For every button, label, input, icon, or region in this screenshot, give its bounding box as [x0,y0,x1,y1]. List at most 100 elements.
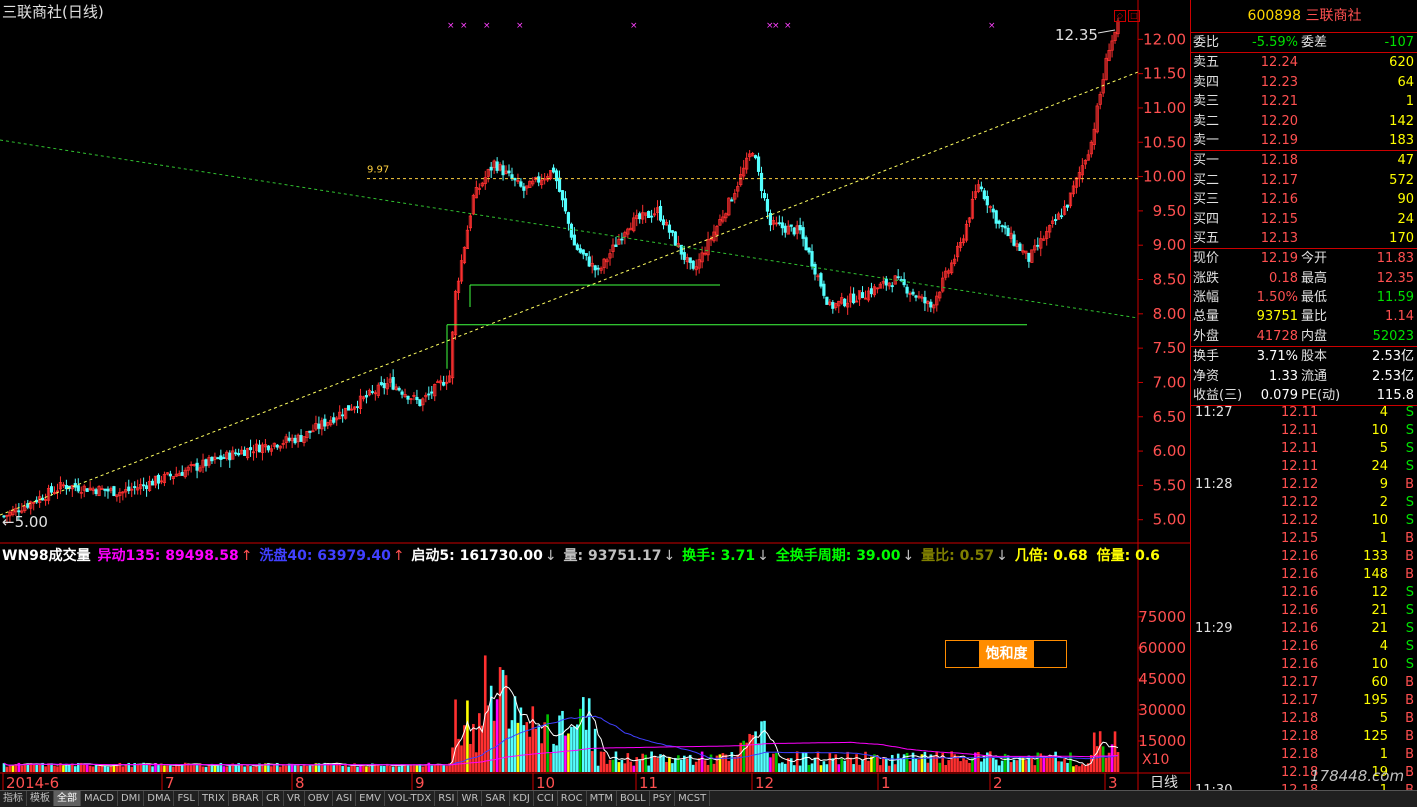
indicator-tab-RSI[interactable]: RSI [435,791,459,806]
price-tick-label: 6.50 [1153,408,1186,426]
candle-body [691,260,695,269]
indicator-tab-WR[interactable]: WR [458,791,483,806]
candle-body [370,391,374,393]
period-label[interactable]: 日线 [1150,772,1178,792]
volume-bar [852,764,855,772]
volume-bar [798,765,802,772]
volume-bar [570,726,573,772]
volume-bar [629,761,633,772]
volume-bar [697,758,701,772]
indicator-tab-TRIX[interactable]: TRIX [199,791,229,806]
indicator-tab-MCST[interactable]: MCST [675,791,711,806]
indicator-tab-CR[interactable]: CR [263,791,284,806]
candle-body [985,195,989,206]
volume-bar [1048,756,1051,772]
candle-body [222,457,226,459]
volume-bar [1072,766,1075,772]
vol-stat-6: 量比: 0.57 [916,548,995,564]
volume-bar [959,761,962,772]
volume-bar [608,759,612,772]
indicator-tab-VR[interactable]: VR [284,791,305,806]
indicator-tab-指标[interactable]: 指标 [0,791,27,806]
volume-bar [611,759,615,772]
indicator-tab-DMA[interactable]: DMA [144,791,175,806]
indicator-tab-MTM[interactable]: MTM [587,791,617,806]
window-controls[interactable]: ◇ □ [1112,3,1140,22]
volume-bar [145,764,148,772]
vol-stat-2: 启动5: 161730.00 [406,548,543,564]
candle-body [216,457,220,460]
volume-bar [712,763,716,772]
indicator-tab-ROC[interactable]: ROC [558,791,587,806]
candle-body [210,456,214,462]
candle-body [810,251,814,267]
candle-body [397,387,401,391]
quote-stats: 现价 12.19 今开 11.83 涨跌 0.18 最高 12.35 涨幅 1.50% 最低 11.5… [1191,249,1417,346]
candle-body [204,459,208,467]
indicator-tab-FSL[interactable]: FSL [174,791,199,806]
indicator-tab-CCI[interactable]: CCI [534,791,558,806]
volume-bar [498,667,502,772]
volume-bar [442,765,445,772]
volume-bar [121,766,125,772]
indicator-tab-ASI[interactable]: ASI [333,791,357,806]
volume-bar [938,762,942,772]
tick-row: 12.15 1 B [1281,531,1414,546]
volume-bar [195,764,199,772]
kline-chart-area[interactable]: 12.00 11.50 11.00 10.50 10.00 9.50 9.00 8.50 8.0… [0,0,1190,792]
volume-bar [492,720,496,772]
diamond-icon[interactable]: ◇ [1114,10,1126,22]
volume-bar [430,765,434,772]
volume-bar [255,765,258,772]
vol-stat-arrow-3: ↓ [663,548,676,564]
candle-body [563,198,568,212]
volume-bar [917,759,921,772]
volume-bar [760,721,763,772]
indicator-tab-OBV[interactable]: OBV [305,791,333,806]
candle-body [400,391,404,395]
volume-bar [103,765,107,772]
indicator-tab-模板[interactable]: 模板 [27,791,54,806]
tick-row: 12.17 60 B [1281,675,1414,690]
restore-icon[interactable]: □ [1128,10,1140,22]
volume-bar [579,708,582,772]
buy-price: 12.15 [1260,211,1298,227]
volume-bar [769,757,772,772]
x-axis-label: 8 [295,774,305,790]
indicator-tab-SAR[interactable]: SAR [482,791,510,806]
sell-orders: 卖五 12.24 620 卖四 12.23 64 卖三 12.21 1 卖二 12.20 142 卖一 1… [1191,53,1417,150]
indicator-tab-MACD[interactable]: MACD [81,791,118,806]
volume-bar [677,755,680,772]
indicator-tab-VOL-TDX[interactable]: VOL-TDX [385,791,436,806]
volume-bar [507,728,511,772]
sell-price: 12.21 [1260,94,1298,110]
indicator-tab-PSY[interactable]: PSY [650,791,676,806]
volume-bar [623,763,627,772]
volume-bar [445,765,448,772]
indicator-tab-DMI[interactable]: DMI [118,791,145,806]
volume-bar [157,764,160,772]
volume-bar [20,765,24,772]
indicator-tab-全部[interactable]: 全部 [54,791,81,806]
volume-bar [867,760,870,772]
buy-row-4: 买五 12.13 170 [1191,229,1417,248]
volume-bar [204,766,208,772]
volume-bar [1113,731,1117,772]
volume-bar [846,751,849,772]
candle-body [156,474,161,484]
candle-body [869,288,874,295]
indicator-tab-KDJ[interactable]: KDJ [510,791,534,806]
kline-chart[interactable]: 12.00 11.50 11.00 10.50 10.00 9.50 9.00 8.50 8.0… [0,0,1190,792]
candle-body [406,395,410,400]
high-price-label: 12.35 [1055,26,1098,44]
indicator-tab-BOLL[interactable]: BOLL [617,791,650,806]
tick-list[interactable]: 11:27 12.11 4 S 12.11 10 S 12.11 5 S 12.11 24 S 11:28… [1191,404,1417,800]
sell-volume: 64 [1397,74,1414,90]
volume-bar [605,763,609,772]
buy-row-0: 买一 12.18 47 [1191,151,1417,170]
buy-orders: 买一 12.18 47 买二 12.17 572 买三 12.16 90 买四 12.15 24 买五 1… [1191,151,1417,248]
indicator-tab-BRAR[interactable]: BRAR [229,791,263,806]
indicator-tab-EMV[interactable]: EMV [356,791,385,806]
volume-bar [1006,755,1010,772]
candle-body [17,510,21,513]
